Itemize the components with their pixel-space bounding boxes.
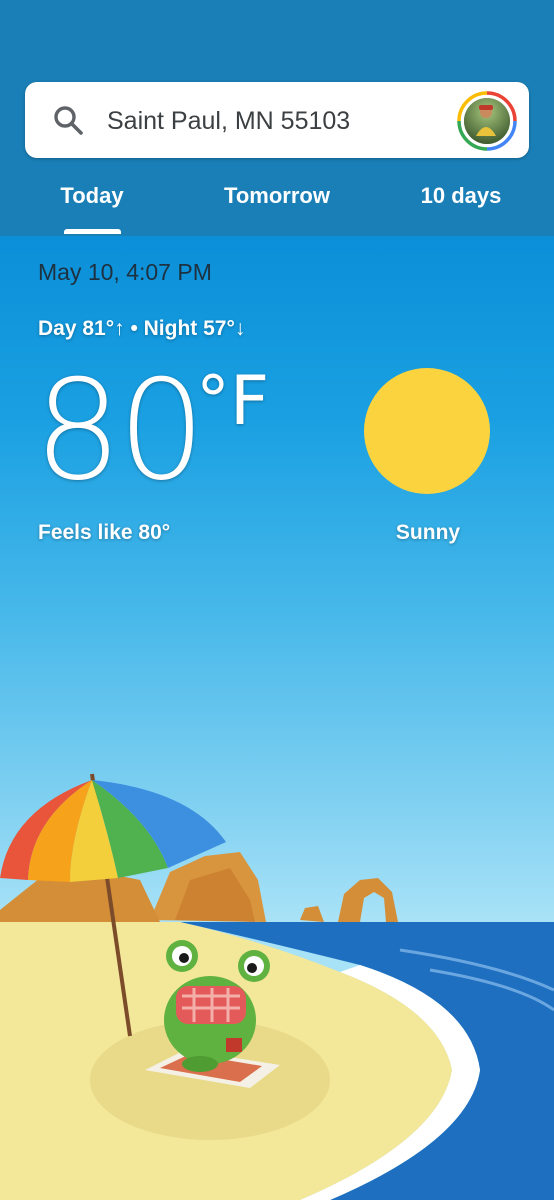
current-temperature: 80 [34, 350, 206, 511]
location-text[interactable]: Saint Paul, MN 55103 [107, 104, 350, 138]
account-avatar[interactable] [456, 90, 518, 152]
beach-frog-illustration [0, 773, 554, 1200]
feels-like: Feels like 80° [38, 521, 171, 544]
temperature-unit[interactable]: °F [196, 364, 269, 440]
search-icon[interactable] [52, 104, 86, 138]
sun-icon [364, 368, 490, 494]
tab-tomorrow[interactable]: Tomorrow [208, 178, 346, 214]
tab-10-days[interactable]: 10 days [410, 178, 512, 214]
day-night-temps: Day 81°↑ • Night 57°↓ [38, 317, 246, 340]
date-time: May 10, 4:07 PM [38, 259, 212, 285]
tab-selected-indicator [64, 229, 121, 234]
condition-label: Sunny [395, 521, 461, 544]
tab-today[interactable]: Today [44, 178, 140, 214]
